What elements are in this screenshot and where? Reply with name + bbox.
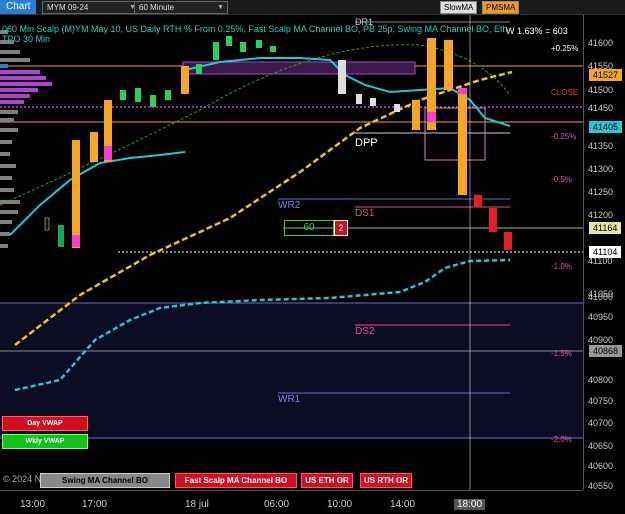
- price-tag-fast-ma: 41405: [589, 121, 623, 133]
- pct-label: -1.0%: [551, 262, 572, 271]
- price-tag-level: 41164: [589, 222, 622, 234]
- price-tick: 40800: [588, 375, 614, 385]
- price-tick: 40600: [588, 461, 614, 471]
- wr1-label: WR1: [278, 394, 301, 405]
- ds2-label: DS2: [355, 326, 375, 337]
- price-tick: 40700: [588, 418, 614, 428]
- price-tick: 41250: [588, 187, 614, 197]
- bar-counter: 60: [284, 220, 334, 236]
- time-tick: 06:00: [264, 499, 290, 510]
- time-tick: 14:00: [390, 499, 416, 510]
- time-tick: 13:00: [20, 499, 46, 510]
- time-tick: 10:00: [327, 499, 353, 510]
- price-tick: 40750: [588, 396, 614, 406]
- weekly-vwap-button[interactable]: Wkly VWAP: [2, 434, 88, 449]
- price-tick: 40650: [588, 441, 614, 451]
- price-tick: 41450: [588, 103, 614, 113]
- day-vwap-button[interactable]: Day VWAP: [2, 416, 88, 431]
- wr2-label: WR2: [278, 200, 301, 211]
- price-tick: 40950: [588, 312, 614, 322]
- price-tick: 41300: [588, 164, 614, 174]
- pct-label: CLOSE: [551, 88, 579, 97]
- price-tick: 41000: [588, 292, 614, 302]
- time-cursor-label: 18:00: [454, 499, 486, 510]
- pct-label: -0.5%: [551, 175, 572, 184]
- dpp-label: DPP: [355, 137, 378, 149]
- pct-label: -2.0%: [551, 435, 572, 444]
- top-readout: W 1.63% = 603: [506, 26, 568, 36]
- price-tick: 41500: [588, 85, 614, 95]
- price-tick: 40550: [588, 481, 614, 491]
- time-tick: 18 jul: [185, 499, 209, 510]
- us-eth-or-button[interactable]: US ETH OR: [301, 473, 353, 488]
- time-tick: 17:00: [82, 499, 108, 510]
- dr1-label: DR1: [355, 17, 374, 27]
- chart-header-line2: TPO 30 Min: [2, 34, 51, 44]
- price-tick: 41600: [588, 38, 614, 48]
- pct-label: +0.25%: [551, 44, 579, 53]
- price-tick: 41350: [588, 141, 614, 151]
- price-tick: 40900: [588, 335, 614, 345]
- swing-ma-channel-button[interactable]: Swing MA Channel BO: [40, 473, 170, 488]
- time-axis[interactable]: 13:00 17:00 18 jul 06:00 10:00 14:00 18:…: [0, 490, 583, 514]
- price-tag-level: 41104: [589, 246, 622, 258]
- pct-label: -0.25%: [551, 132, 577, 141]
- fast-scalp-channel-button[interactable]: Fast Scalp MA Channel BO: [175, 473, 297, 488]
- price-chart[interactable]: [0, 0, 625, 513]
- chart-header-line1: 060 Min Scalp (M)YM May 10, US Daily RTH…: [2, 24, 508, 34]
- ds1-label: DS1: [355, 208, 375, 219]
- pct-label: -1.5%: [551, 349, 572, 358]
- price-tag-last: 41527: [589, 69, 623, 81]
- us-rth-or-button[interactable]: US RTH OR: [360, 473, 412, 488]
- price-tick: 41200: [588, 210, 614, 220]
- price-tag-level: 40868: [589, 345, 623, 357]
- bar-count-badge: 2: [334, 220, 348, 236]
